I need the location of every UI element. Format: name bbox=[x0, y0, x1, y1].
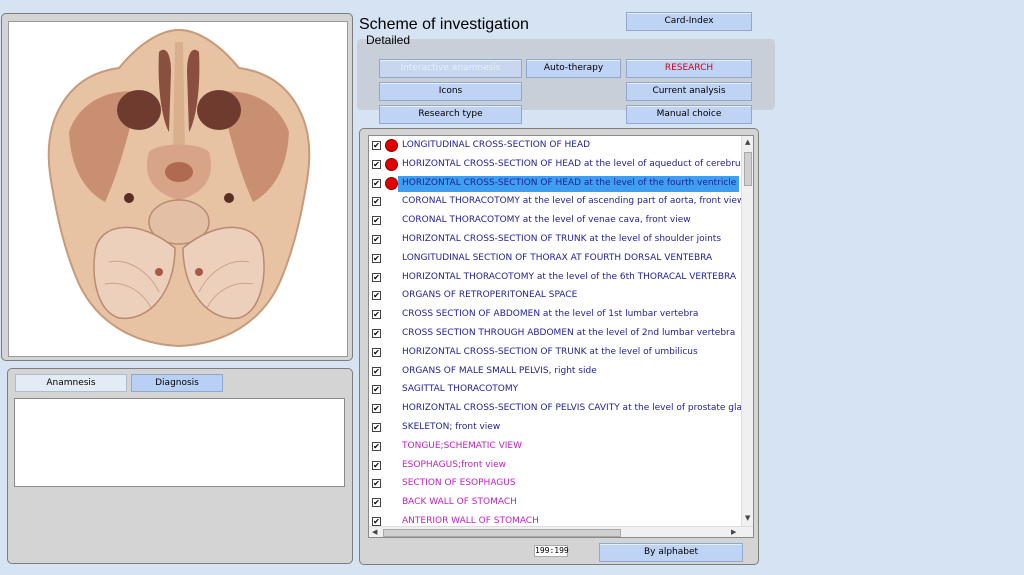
list-item-label: BACK WALL OF STOMACH bbox=[402, 497, 517, 508]
list-item-label: HORIZONTAL CROSS-SECTION OF HEAD at the … bbox=[402, 158, 750, 169]
item-checkbox[interactable]: ✔ bbox=[372, 517, 381, 526]
list-item-label: HORIZONTAL CROSS-SECTION OF TRUNK at the… bbox=[402, 346, 698, 357]
red-dot-icon bbox=[385, 176, 398, 190]
list-item-label: HORIZONTAL THORACOTOMY at the level of t… bbox=[402, 271, 737, 282]
current-analysis-button[interactable]: Current analysis bbox=[626, 82, 752, 101]
research-type-button[interactable]: Research type bbox=[379, 105, 522, 124]
record-counter: 199:199 bbox=[534, 545, 569, 557]
card-index-button[interactable]: Card-Index bbox=[626, 12, 752, 31]
research-button[interactable]: RESEARCH bbox=[626, 59, 752, 78]
item-checkbox[interactable]: ✔ bbox=[372, 291, 381, 301]
item-checkbox[interactable]: ✔ bbox=[372, 235, 381, 244]
red-dot-icon bbox=[385, 139, 398, 152]
list-item[interactable]: ✔ SECTION OF ESOPHAGUS bbox=[369, 475, 739, 493]
list-item[interactable]: ✔ HORIZONTAL THORACOTOMY at the level of … bbox=[369, 269, 739, 287]
list-item[interactable]: ✔ CORONAL THORACOTOMY at the level of asc… bbox=[369, 193, 744, 211]
list-item-label: CROSS SECTION OF ABDOMEN at the level of… bbox=[402, 309, 699, 320]
tab-diagnosis[interactable]: Diagnosis bbox=[131, 374, 223, 392]
list-item[interactable]: ✔ ORGANS OF RETROPERITONEAL SPACE bbox=[369, 287, 739, 305]
red-dot-icon bbox=[385, 157, 398, 171]
list-item-label: HORIZONTAL CROSS-SECTION OF HEAD at the … bbox=[402, 177, 737, 188]
list-item[interactable]: ✔ HORIZONTAL CROSS-SECTION OF TRUNK at th… bbox=[369, 231, 739, 249]
mode-label: Detailed bbox=[366, 33, 411, 47]
anatomy-image-frame bbox=[8, 21, 348, 357]
list-item[interactable]: ✔ HORIZONTAL CROSS-SECTION OF TRUNK at th… bbox=[369, 344, 739, 362]
list-item[interactable]: ✔ ESOPHAGUS;front view bbox=[369, 457, 739, 475]
interactive-anamnesis-button[interactable]: Interactive anamnesis bbox=[379, 59, 522, 78]
list-item[interactable]: ✔ SAGITTAL THORACOTOMY bbox=[369, 381, 739, 399]
list-item[interactable]: ✔ SKELETON; front view bbox=[369, 419, 739, 437]
tab-anamnesis[interactable]: Anamnesis bbox=[15, 374, 127, 392]
list-item[interactable]: ✔ CROSS SECTION THROUGH ABDOMEN at the le… bbox=[369, 325, 739, 343]
item-checkbox[interactable]: ✔ bbox=[372, 498, 381, 508]
item-checkbox[interactable]: ✔ bbox=[372, 310, 381, 320]
item-checkbox[interactable]: ✔ bbox=[372, 216, 381, 226]
item-checkbox[interactable]: ✔ bbox=[372, 272, 381, 282]
list-item-label: ORGANS OF RETROPERITONEAL SPACE bbox=[402, 290, 578, 301]
item-checkbox[interactable]: ✔ bbox=[372, 423, 381, 432]
list-item-label: CORONAL THORACOTOMY at the level of vena… bbox=[402, 215, 691, 226]
list-item-label: SECTION OF ESOPHAGUS bbox=[402, 478, 516, 489]
list-item-label: ORGANS OF MALE SMALL PELVIS, right side bbox=[402, 365, 597, 376]
item-checkbox[interactable]: ✔ bbox=[372, 404, 381, 414]
list-item-label: CROSS SECTION THROUGH ABDOMEN at the lev… bbox=[402, 328, 736, 338]
list-item[interactable]: ✔ HORIZONTAL CROSS-SECTION OF HEAD at the… bbox=[369, 175, 739, 193]
list-item[interactable]: ✔ CORONAL THORACOTOMY at the level of ven… bbox=[369, 212, 739, 230]
list-item[interactable]: ✔ ORGANS OF MALE SMALL PELVIS, right side bbox=[369, 363, 739, 381]
item-checkbox[interactable]: ✔ bbox=[372, 366, 381, 376]
scroll-up-icon[interactable]: ▲ bbox=[745, 138, 750, 146]
horizontal-scroll-thumb[interactable] bbox=[383, 529, 621, 537]
item-checkbox[interactable]: ✔ bbox=[372, 253, 381, 263]
item-checkbox[interactable]: ✔ bbox=[372, 479, 381, 489]
cross-section-head-image bbox=[47, 28, 311, 348]
item-checkbox[interactable]: ✔ bbox=[372, 460, 381, 470]
notes-panel: Anamnesis Diagnosis bbox=[7, 368, 353, 564]
item-checkbox[interactable]: ✔ bbox=[372, 141, 381, 150]
list-item-label: ESOPHAGUS;front view bbox=[402, 459, 506, 470]
icons-button[interactable]: Icons bbox=[379, 82, 522, 101]
vertical-scrollbar[interactable]: ▲ ▼ bbox=[741, 136, 753, 526]
list-item[interactable]: ✔ BACK WALL OF STOMACH bbox=[369, 494, 739, 512]
item-checkbox[interactable]: ✔ bbox=[372, 385, 381, 395]
item-checkbox[interactable]: ✔ bbox=[372, 441, 381, 451]
item-checkbox[interactable]: ✔ bbox=[372, 159, 381, 169]
image-panel bbox=[1, 13, 353, 361]
list-item-label: LONGITUDINAL CROSS-SECTION OF HEAD bbox=[402, 140, 591, 150]
list-item-label: TONGUE;SCHEMATIC VIEW bbox=[402, 440, 522, 451]
by-alphabet-button[interactable]: By alphabet bbox=[599, 543, 743, 562]
item-checkbox[interactable]: ✔ bbox=[372, 329, 381, 338]
scroll-left-icon[interactable]: ◀ bbox=[372, 528, 377, 536]
list-item-label: HORIZONTAL CROSS-SECTION OF PELVIS CAVIT… bbox=[402, 403, 748, 414]
item-checkbox[interactable]: ✔ bbox=[372, 347, 381, 357]
list-item[interactable]: ✔ TONGUE;SCHEMATIC VIEW bbox=[369, 438, 739, 456]
list-item-label: CORONAL THORACOTOMY at the level of asce… bbox=[402, 196, 745, 207]
auto-therapy-button[interactable]: Auto-therapy bbox=[526, 59, 621, 78]
item-checkbox[interactable]: ✔ bbox=[372, 178, 381, 188]
list-item[interactable]: ✔ LONGITUDINAL SECTION OF THORAX AT FOURT… bbox=[369, 250, 739, 268]
list-item-label: SKELETON; front view bbox=[402, 422, 501, 432]
list-item-label: HORIZONTAL CROSS-SECTION OF TRUNK at the… bbox=[402, 234, 722, 244]
list-item-label: LONGITUDINAL SECTION OF THORAX AT FOURTH… bbox=[402, 252, 713, 263]
scroll-right-icon[interactable]: ▶ bbox=[731, 528, 736, 536]
manual-choice-button[interactable]: Manual choice bbox=[626, 105, 752, 124]
vertical-scroll-thumb[interactable] bbox=[744, 152, 752, 186]
list-item[interactable]: ✔ CROSS SECTION OF ABDOMEN at the level o… bbox=[369, 306, 739, 324]
research-list[interactable]: ✔ LONGITUDINAL CROSS-SECTION OF HEAD ✔ HORI… bbox=[368, 135, 754, 538]
research-list-panel: ✔ LONGITUDINAL CROSS-SECTION OF HEAD ✔ HORI… bbox=[359, 128, 759, 565]
horizontal-scrollbar[interactable]: ◀ ▶ bbox=[369, 526, 753, 537]
list-item[interactable]: ✔ HORIZONTAL CROSS-SECTION OF PELVIS CAVI… bbox=[369, 400, 748, 418]
list-item[interactable]: ✔ LONGITUDINAL CROSS-SECTION OF HEAD bbox=[369, 137, 739, 155]
list-item-label: SAGITTAL THORACOTOMY bbox=[402, 384, 519, 395]
scroll-down-icon[interactable]: ▼ bbox=[745, 514, 750, 522]
list-item[interactable]: ✔ HORIZONTAL CROSS-SECTION OF HEAD at the… bbox=[369, 156, 749, 174]
notes-text-area[interactable] bbox=[14, 398, 345, 487]
page-title: Scheme of investigation bbox=[359, 16, 529, 33]
item-checkbox[interactable]: ✔ bbox=[372, 197, 381, 207]
